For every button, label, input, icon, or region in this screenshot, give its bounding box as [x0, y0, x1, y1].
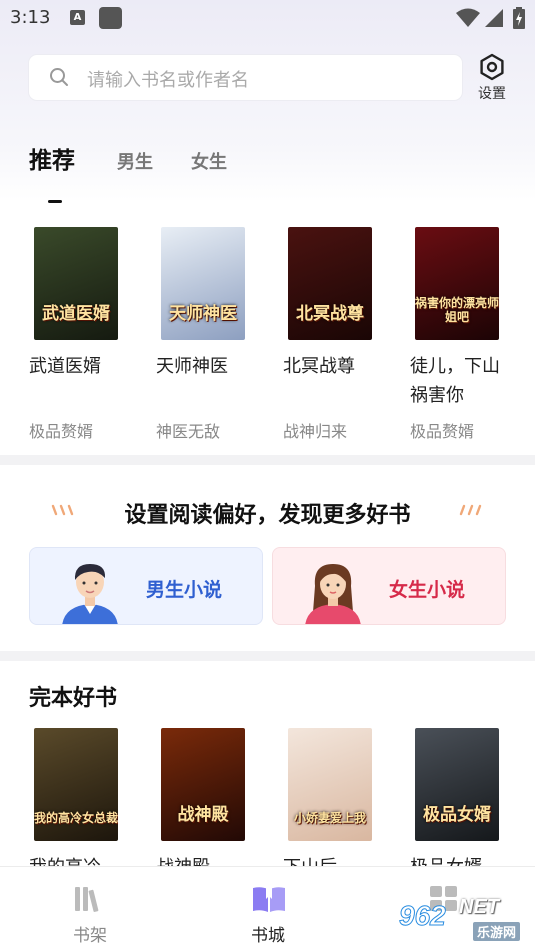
cover-title: 我的高冷女总裁	[34, 811, 118, 825]
tab-recommend[interactable]: 推荐	[29, 141, 75, 175]
book-cover[interactable]: 小娇妻爱上我	[288, 728, 372, 841]
nav-bookshelf-label: 书架	[73, 926, 107, 946]
male-novel-button[interactable]: 男生小说	[29, 547, 263, 625]
book-item[interactable]: 小娇妻爱上我下山后	[283, 728, 393, 866]
book-cover[interactable]: 武道医婿	[34, 227, 118, 340]
book-title[interactable]: 下山后	[283, 853, 378, 866]
search-icon	[50, 68, 68, 86]
book-item[interactable]: 武道医婿 武道医婿 极品赘婿	[29, 227, 139, 447]
book-item[interactable]: 战神殿战神殿	[156, 728, 266, 866]
book-cover[interactable]: 战神殿	[161, 728, 245, 841]
complete-books-title: 完本好书	[29, 686, 118, 711]
cover-title: 祸害你的漂亮师姐吧	[415, 296, 499, 324]
status-time: 3:13	[10, 7, 51, 28]
cover-title: 极品女婿	[423, 805, 491, 825]
book-item[interactable]: 北冥战尊 北冥战尊 战神归来	[283, 227, 393, 447]
status-bar: 3:13 A	[0, 0, 535, 36]
battery-icon	[513, 7, 525, 29]
watermark-sub: 乐游网	[473, 922, 521, 941]
wifi-icon	[456, 8, 480, 27]
notification-a-icon: A	[70, 10, 85, 25]
book-title[interactable]: 极品女婿	[410, 853, 505, 866]
settings-label: 设置	[478, 86, 506, 102]
nav-bookstore[interactable]: 书城	[218, 867, 318, 952]
nav-bookstore-label: 书城	[251, 926, 285, 946]
preference-title: 设置阅读偏好，发现更多好书	[124, 503, 411, 528]
gear-icon	[480, 53, 504, 81]
tab-indicator	[48, 200, 62, 203]
book-tag: 神医无敌	[156, 422, 221, 441]
female-novel-label: 女生小说	[389, 579, 466, 601]
decoration-right-icon	[459, 504, 482, 516]
cover-title: 北冥战尊	[296, 304, 364, 324]
watermark-number: 962	[399, 900, 447, 932]
book-item[interactable]: 天师神医 天师神医 神医无敌	[156, 227, 266, 447]
bookstore-icon	[253, 887, 285, 912]
book-title[interactable]: 天师神医	[156, 352, 251, 381]
notification-square-icon	[99, 7, 122, 29]
search-placeholder[interactable]: 请输入书名或作者名	[87, 66, 249, 92]
tab-male[interactable]: 男生	[117, 148, 153, 174]
book-title[interactable]: 战神殿	[156, 853, 251, 866]
book-tag: 战神归来	[283, 422, 348, 441]
cover-title: 小娇妻爱上我	[293, 811, 366, 825]
complete-book-list: 我的高冷女总裁我的高冷战神殿战神殿小娇妻爱上我下山后极品女婿极品女婿	[0, 728, 535, 866]
book-item[interactable]: 我的高冷女总裁我的高冷	[29, 728, 139, 866]
book-title[interactable]: 北冥战尊	[283, 352, 378, 381]
reading-preference-section: 设置阅读偏好，发现更多好书 男生小说 女生小说	[0, 465, 535, 651]
book-item[interactable]: 极品女婿极品女婿	[410, 728, 520, 866]
complete-books-section: 完本好书 我的高冷女总裁我的高冷战神殿战神殿小娇妻爱上我下山后极品女婿极品女婿	[0, 661, 535, 866]
book-tag: 极品赘婿	[29, 422, 94, 441]
female-novel-button[interactable]: 女生小说	[272, 547, 506, 625]
male-novel-label: 男生小说	[146, 579, 223, 601]
nav-bookshelf[interactable]: 书架	[40, 867, 140, 952]
book-cover[interactable]: 北冥战尊	[288, 227, 372, 340]
bookshelf-icon	[75, 887, 99, 912]
female-avatar-icon	[305, 564, 361, 624]
book-cover[interactable]: 极品女婿	[415, 728, 499, 841]
book-title[interactable]: 我的高冷	[29, 853, 124, 866]
book-title[interactable]: 武道医婿	[29, 352, 124, 381]
watermark-logo: 962 NET 乐游网	[397, 890, 535, 946]
cover-title: 天师神医	[169, 304, 237, 324]
book-cover[interactable]: 天师神医	[161, 227, 245, 340]
cover-title: 武道医婿	[42, 304, 110, 324]
recommend-book-list: 武道医婿 武道医婿 极品赘婿 天师神医 天师神医 神医无敌 北冥战尊 北冥战尊 战神归来 祸害你的…	[0, 227, 535, 447]
book-cover[interactable]: 我的高冷女总裁	[34, 728, 118, 841]
settings-button[interactable]: 设置	[474, 53, 510, 103]
cover-title: 战神殿	[177, 805, 229, 825]
signal-icon	[485, 9, 503, 27]
search-bar[interactable]: 请输入书名或作者名	[29, 55, 462, 100]
book-tag: 极品赘婿	[410, 422, 475, 441]
tab-female[interactable]: 女生	[191, 148, 227, 174]
book-item[interactable]: 祸害你的漂亮师姐吧徒儿，下山祸害你极品赘婿	[410, 227, 520, 447]
book-cover[interactable]: 祸害你的漂亮师姐吧	[415, 227, 499, 340]
book-title[interactable]: 徒儿，下山祸害你	[410, 352, 505, 410]
watermark-text: NET	[459, 896, 499, 918]
male-avatar-icon	[62, 564, 118, 624]
